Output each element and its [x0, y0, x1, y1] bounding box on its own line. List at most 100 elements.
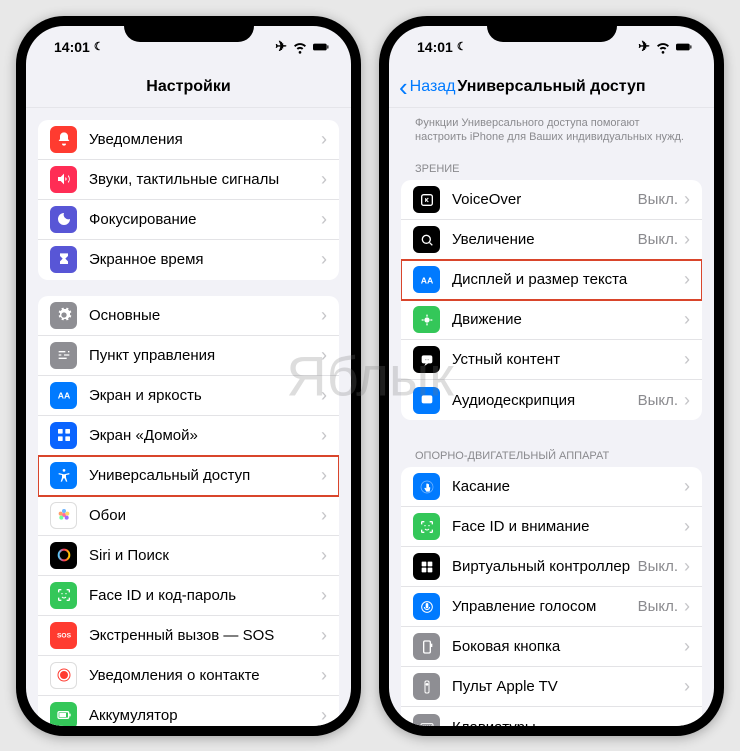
switch-icon: [413, 553, 440, 580]
chevron-icon: [321, 345, 327, 366]
speaker-icon: [50, 166, 77, 193]
access-row-0[interactable]: VoiceOverВыкл.: [401, 180, 702, 220]
sliders-icon: [50, 342, 77, 369]
description: Функции Универсального доступа помогают …: [401, 108, 702, 150]
settings-row-2[interactable]: AA Экран и яркость: [38, 376, 339, 416]
content[interactable]: УведомленияЗвуки, тактильные сигналы Фоку…: [26, 108, 351, 726]
navbar: Настройки: [26, 68, 351, 108]
settings-row-2[interactable]: Фокусирование: [38, 200, 339, 240]
row-label: Устный контент: [452, 351, 684, 368]
row-label: Фокусирование: [89, 211, 321, 228]
chevron-icon: [684, 516, 690, 537]
chevron-icon: [684, 189, 690, 210]
faceid-icon: [50, 582, 77, 609]
speech-icon: ···: [413, 346, 440, 373]
chevron-icon: [684, 717, 690, 726]
settings-row-0[interactable]: Основные: [38, 296, 339, 336]
row-label: Аудиодескрипция: [452, 392, 638, 409]
access-row-2[interactable]: Виртуальный контроллерВыкл.: [401, 547, 702, 587]
side-icon: [413, 633, 440, 660]
chevron-icon: [321, 129, 327, 150]
moon-icon: [50, 206, 77, 233]
row-label: Пункт управления: [89, 347, 321, 364]
svg-text:···: ···: [424, 357, 430, 363]
chevron-icon: [321, 625, 327, 646]
airplane-icon: ✈: [638, 38, 650, 55]
back-button[interactable]: Назад: [399, 78, 456, 96]
svg-text:AA: AA: [57, 390, 70, 400]
access-row-5[interactable]: ADАудиодескрипцияВыкл.: [401, 380, 702, 420]
dot-icon: [50, 662, 77, 689]
aa-icon: AA: [413, 266, 440, 293]
row-value: Выкл.: [638, 191, 678, 208]
chevron-icon: [321, 545, 327, 566]
chevron-icon: [321, 305, 327, 326]
row-label: Касание: [452, 478, 684, 495]
voice-icon: [413, 593, 440, 620]
row-label: Siri и Поиск: [89, 547, 321, 564]
battery-icon: [676, 39, 692, 55]
chevron-icon: [321, 385, 327, 406]
chevron-icon: [321, 705, 327, 726]
chevron-icon: [684, 556, 690, 577]
aa-icon: AA: [50, 382, 77, 409]
access-row-4[interactable]: Боковая кнопка: [401, 627, 702, 667]
chevron-icon: [321, 465, 327, 486]
row-label: Face ID и внимание: [452, 518, 684, 535]
access-row-6[interactable]: Клавиатуры: [401, 707, 702, 725]
chevron-icon: [684, 476, 690, 497]
sos-icon: SOS: [50, 622, 77, 649]
section-vision: ЗРЕНИЕ: [401, 149, 702, 180]
row-label: Экстренный вызов — SOS: [89, 627, 321, 644]
svg-text:AD: AD: [423, 398, 431, 404]
access-row-0[interactable]: Касание: [401, 467, 702, 507]
gear-icon: [50, 302, 77, 329]
settings-row-10[interactable]: Аккумулятор: [38, 696, 339, 726]
row-label: Аккумулятор: [89, 707, 321, 724]
access-row-3[interactable]: Движение: [401, 300, 702, 340]
access-row-1[interactable]: Face ID и внимание: [401, 507, 702, 547]
section-motor: ОПОРНО-ДВИГАТЕЛЬНЫЙ АППАРАТ: [401, 436, 702, 467]
row-label: Face ID и код-пароль: [89, 587, 321, 604]
chevron-icon: [684, 390, 690, 411]
row-value: Выкл.: [638, 558, 678, 575]
row-label: Экран и яркость: [89, 387, 321, 404]
chevron-icon: [684, 269, 690, 290]
settings-row-6[interactable]: Siri и Поиск: [38, 536, 339, 576]
settings-row-3[interactable]: Экран «Домой»: [38, 416, 339, 456]
access-row-5[interactable]: Пульт Apple TV: [401, 667, 702, 707]
battery-icon: [50, 702, 77, 726]
settings-row-7[interactable]: Face ID и код-пароль: [38, 576, 339, 616]
chevron-icon: [321, 425, 327, 446]
access-row-2[interactable]: AA Дисплей и размер текста: [401, 260, 702, 300]
access-row-3[interactable]: Управление голосомВыкл.: [401, 587, 702, 627]
row-label: Дисплей и размер текста: [452, 271, 684, 288]
settings-row-9[interactable]: Уведомления о контакте: [38, 656, 339, 696]
settings-row-3[interactable]: Экранное время: [38, 240, 339, 280]
chevron-icon: [321, 585, 327, 606]
access-row-4[interactable]: ··· Устный контент: [401, 340, 702, 380]
row-label: Клавиатуры: [452, 719, 684, 726]
row-label: Виртуальный контроллер: [452, 558, 638, 575]
settings-row-4[interactable]: Универсальный доступ: [38, 456, 339, 496]
airplane-icon: ✈: [275, 38, 287, 55]
settings-row-0[interactable]: Уведомления: [38, 120, 339, 160]
chevron-icon: [684, 596, 690, 617]
touch-icon: [413, 473, 440, 500]
status-time: 14:01: [54, 39, 90, 55]
svg-text:AA: AA: [420, 275, 433, 285]
settings-row-5[interactable]: Обои: [38, 496, 339, 536]
motion-icon: [413, 306, 440, 333]
row-label: Экранное время: [89, 251, 321, 268]
phone-right: 14:01☾ ✈ Назад Универсальный доступ Функ…: [379, 16, 724, 736]
chevron-icon: [684, 349, 690, 370]
chevron-icon: [321, 209, 327, 230]
row-label: Пульт Apple TV: [452, 678, 684, 695]
settings-row-1[interactable]: Пункт управления: [38, 336, 339, 376]
access-row-1[interactable]: УвеличениеВыкл.: [401, 220, 702, 260]
settings-row-1[interactable]: Звуки, тактильные сигналы: [38, 160, 339, 200]
hourglass-icon: [50, 246, 77, 273]
content[interactable]: Функции Универсального доступа помогают …: [389, 108, 714, 726]
settings-row-8[interactable]: SOS Экстренный вызов — SOS: [38, 616, 339, 656]
status-time: 14:01: [417, 39, 453, 55]
